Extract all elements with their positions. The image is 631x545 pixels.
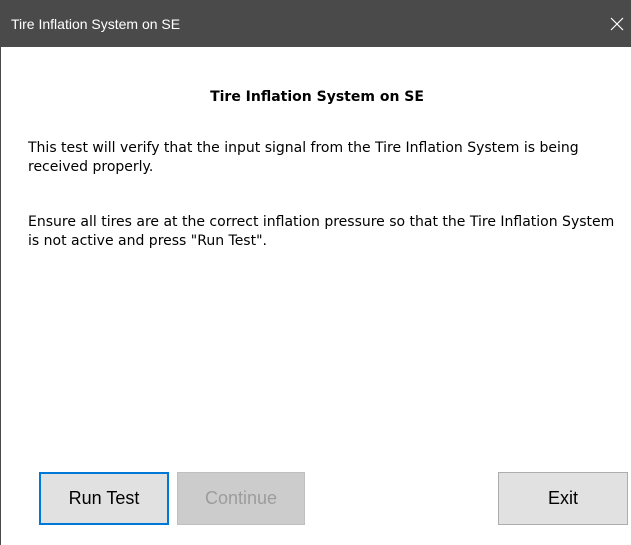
instruction-paragraph-2: Ensure all tires are at the correct infl… xyxy=(28,214,615,249)
exit-button[interactable]: Exit xyxy=(498,472,628,525)
run-test-button[interactable]: Run Test xyxy=(39,472,169,525)
window-title: Tire Inflation System on SE xyxy=(11,16,181,32)
close-button[interactable] xyxy=(602,0,631,47)
dialog-window: Tire Inflation System on SE Tire Inflati… xyxy=(0,0,631,545)
title-bar[interactable]: Tire Inflation System on SE xyxy=(1,0,631,47)
dialog-heading: Tire Inflation System on SE xyxy=(210,89,424,105)
close-icon xyxy=(610,17,624,31)
continue-button: Continue xyxy=(177,472,305,525)
dialog-body: Tire Inflation System on SE This test wi… xyxy=(2,47,631,545)
instruction-paragraph-1: This test will verify that the input sig… xyxy=(28,140,579,175)
